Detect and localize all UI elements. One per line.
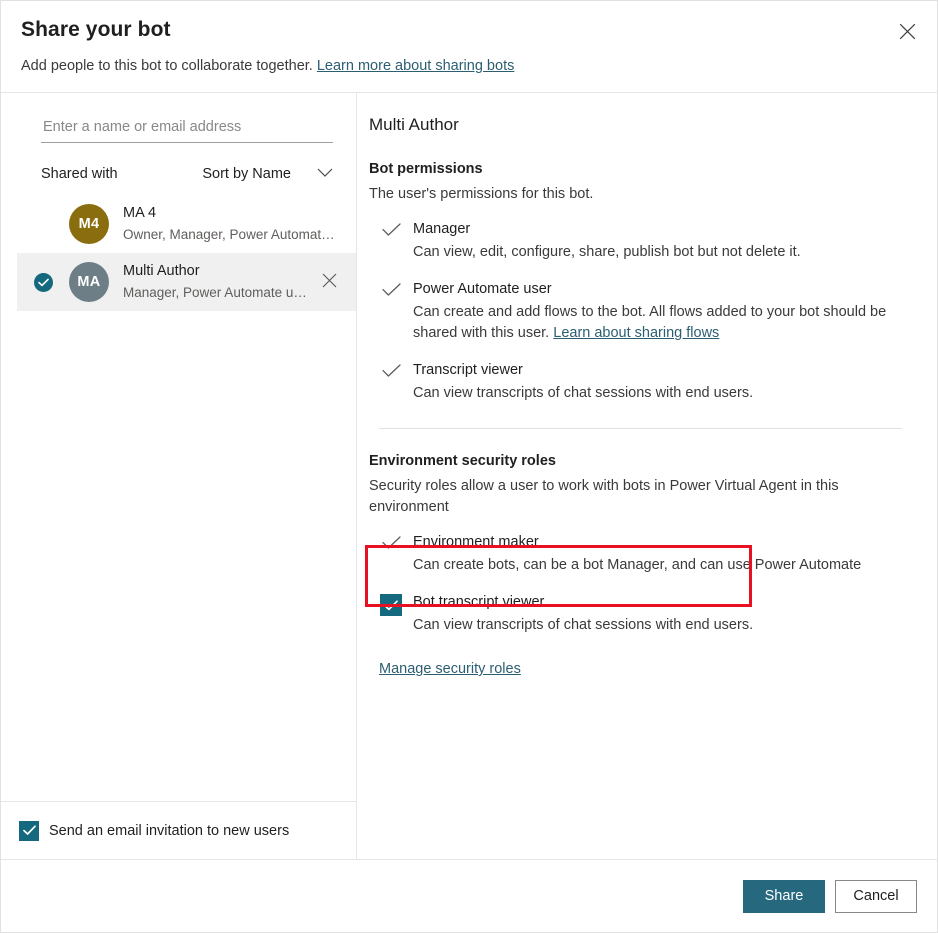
person-info: MA 4 Owner, Manager, Power Automate us..… <box>123 204 356 244</box>
people-scroll-area: Shared with Sort by Name M <box>1 93 356 801</box>
permission-description: Can view transcripts of chat sessions wi… <box>413 385 754 401</box>
bot-permissions-list: Manager Can view, edit, configure, share… <box>369 219 907 404</box>
list-item-selected[interactable]: MA Multi Author Manager, Power Automate … <box>17 253 356 311</box>
permission-name: Power Automate user <box>413 281 552 297</box>
checkmark-icon <box>381 536 401 555</box>
checkbox-checked-icon[interactable] <box>380 594 402 616</box>
permission-item-power-automate-user[interactable]: Power Automate user Can create and add f… <box>369 279 907 344</box>
role-description: Can view transcripts of chat sessions wi… <box>413 617 754 633</box>
checkmark-icon <box>381 283 401 302</box>
permission-name: Manager <box>413 221 471 237</box>
checkmark-icon <box>381 223 401 242</box>
dialog-header: Share your bot Add people to this bot to… <box>1 1 937 93</box>
people-input-container <box>41 115 333 143</box>
close-icon <box>322 273 337 291</box>
permission-mark <box>369 279 413 302</box>
checkmark-icon <box>381 364 401 383</box>
checkbox-checked-icon <box>19 820 39 841</box>
shared-with-label: Shared with <box>41 166 118 182</box>
close-icon <box>899 23 916 40</box>
role-name: Environment maker <box>413 534 539 550</box>
dialog-footer: Share Cancel <box>1 859 937 932</box>
permission-item-transcript-viewer[interactable]: Transcript viewer Can view transcripts o… <box>369 360 907 404</box>
permission-body: Power Automate user Can create and add f… <box>413 279 907 344</box>
permission-body: Transcript viewer Can view transcripts o… <box>413 360 907 404</box>
subtitle-text: Add people to this bot to collaborate to… <box>21 58 313 74</box>
section-divider <box>379 428 902 429</box>
people-list: M4 MA 4 Owner, Manager, Power Automate u… <box>1 195 356 311</box>
role-body: Environment maker Can create bots, can b… <box>413 532 907 576</box>
permission-item-manager[interactable]: Manager Can view, edit, configure, share… <box>369 219 907 263</box>
permissions-panel: Multi Author Bot permissions The user's … <box>357 93 937 859</box>
permission-description: Can create and add flows to the bot. All… <box>413 302 903 344</box>
send-email-invitation-label: Send an email invitation to new users <box>49 822 290 839</box>
person-name: Multi Author <box>123 263 200 279</box>
role-mark <box>369 532 413 555</box>
cancel-button[interactable]: Cancel <box>835 879 917 913</box>
permission-body: Manager Can view, edit, configure, share… <box>413 219 907 263</box>
role-mark <box>369 592 413 616</box>
dialog-subtitle: Add people to this bot to collaborate to… <box>21 56 917 76</box>
environment-security-roles-section: Environment security roles Security role… <box>369 451 907 678</box>
share-button[interactable]: Share <box>743 879 825 913</box>
share-your-bot-dialog: Share your bot Add people to this bot to… <box>0 0 938 933</box>
permission-mark <box>369 219 413 242</box>
role-item-environment-maker[interactable]: Environment maker Can create bots, can b… <box>369 532 907 576</box>
people-panel: Shared with Sort by Name M <box>1 93 357 859</box>
permission-name: Transcript viewer <box>413 362 523 378</box>
list-item[interactable]: M4 MA 4 Owner, Manager, Power Automate u… <box>17 195 356 253</box>
selected-check-icon <box>33 272 53 292</box>
role-body: Bot transcript viewer Can view transcrip… <box>413 592 907 636</box>
person-name: MA 4 <box>123 205 157 221</box>
role-name: Bot transcript viewer <box>413 594 545 610</box>
person-info: Multi Author Manager, Power Automate use… <box>123 262 312 302</box>
person-roles: Owner, Manager, Power Automate us... <box>123 227 338 242</box>
manage-security-roles-link[interactable]: Manage security roles <box>379 661 521 677</box>
send-email-invitation-checkbox[interactable]: Send an email invitation to new users <box>19 820 290 841</box>
chevron-down-icon <box>317 165 333 183</box>
page-title: Share your bot <box>21 18 171 41</box>
shared-with-header: Shared with Sort by Name <box>41 165 333 183</box>
bot-permissions-description: The user's permissions for this bot. <box>369 186 594 202</box>
permission-description: Can view, edit, configure, share, publis… <box>413 244 801 260</box>
role-description: Can create bots, can be a bot Manager, a… <box>413 557 862 573</box>
bot-permissions-section: Bot permissions The user's permissions f… <box>369 159 907 404</box>
close-button[interactable] <box>889 13 925 49</box>
person-roles: Manager, Power Automate user <box>123 285 312 300</box>
learn-about-sharing-flows-link[interactable]: Learn about sharing flows <box>553 325 719 341</box>
permission-mark <box>369 360 413 383</box>
learn-more-sharing-bots-link[interactable]: Learn more about sharing bots <box>317 58 515 74</box>
sort-dropdown[interactable]: Sort by Name <box>202 165 333 183</box>
email-invite-footer: Send an email invitation to new users <box>1 801 356 859</box>
selection-marker <box>17 272 69 292</box>
avatar: MA <box>69 262 109 302</box>
search-input[interactable] <box>41 115 333 143</box>
role-item-bot-transcript-viewer[interactable]: Bot transcript viewer Can view transcrip… <box>369 592 907 636</box>
bot-permissions-title: Bot permissions <box>369 161 483 177</box>
environment-roles-list: Environment maker Can create bots, can b… <box>369 532 907 636</box>
environment-roles-description: Security roles allow a user to work with… <box>369 478 839 515</box>
environment-roles-title: Environment security roles <box>369 453 556 469</box>
remove-person-button[interactable] <box>312 265 346 299</box>
sort-dropdown-label: Sort by Name <box>202 166 291 182</box>
avatar: M4 <box>69 204 109 244</box>
dialog-body: Shared with Sort by Name M <box>1 93 937 859</box>
selected-user-title: Multi Author <box>369 115 459 134</box>
